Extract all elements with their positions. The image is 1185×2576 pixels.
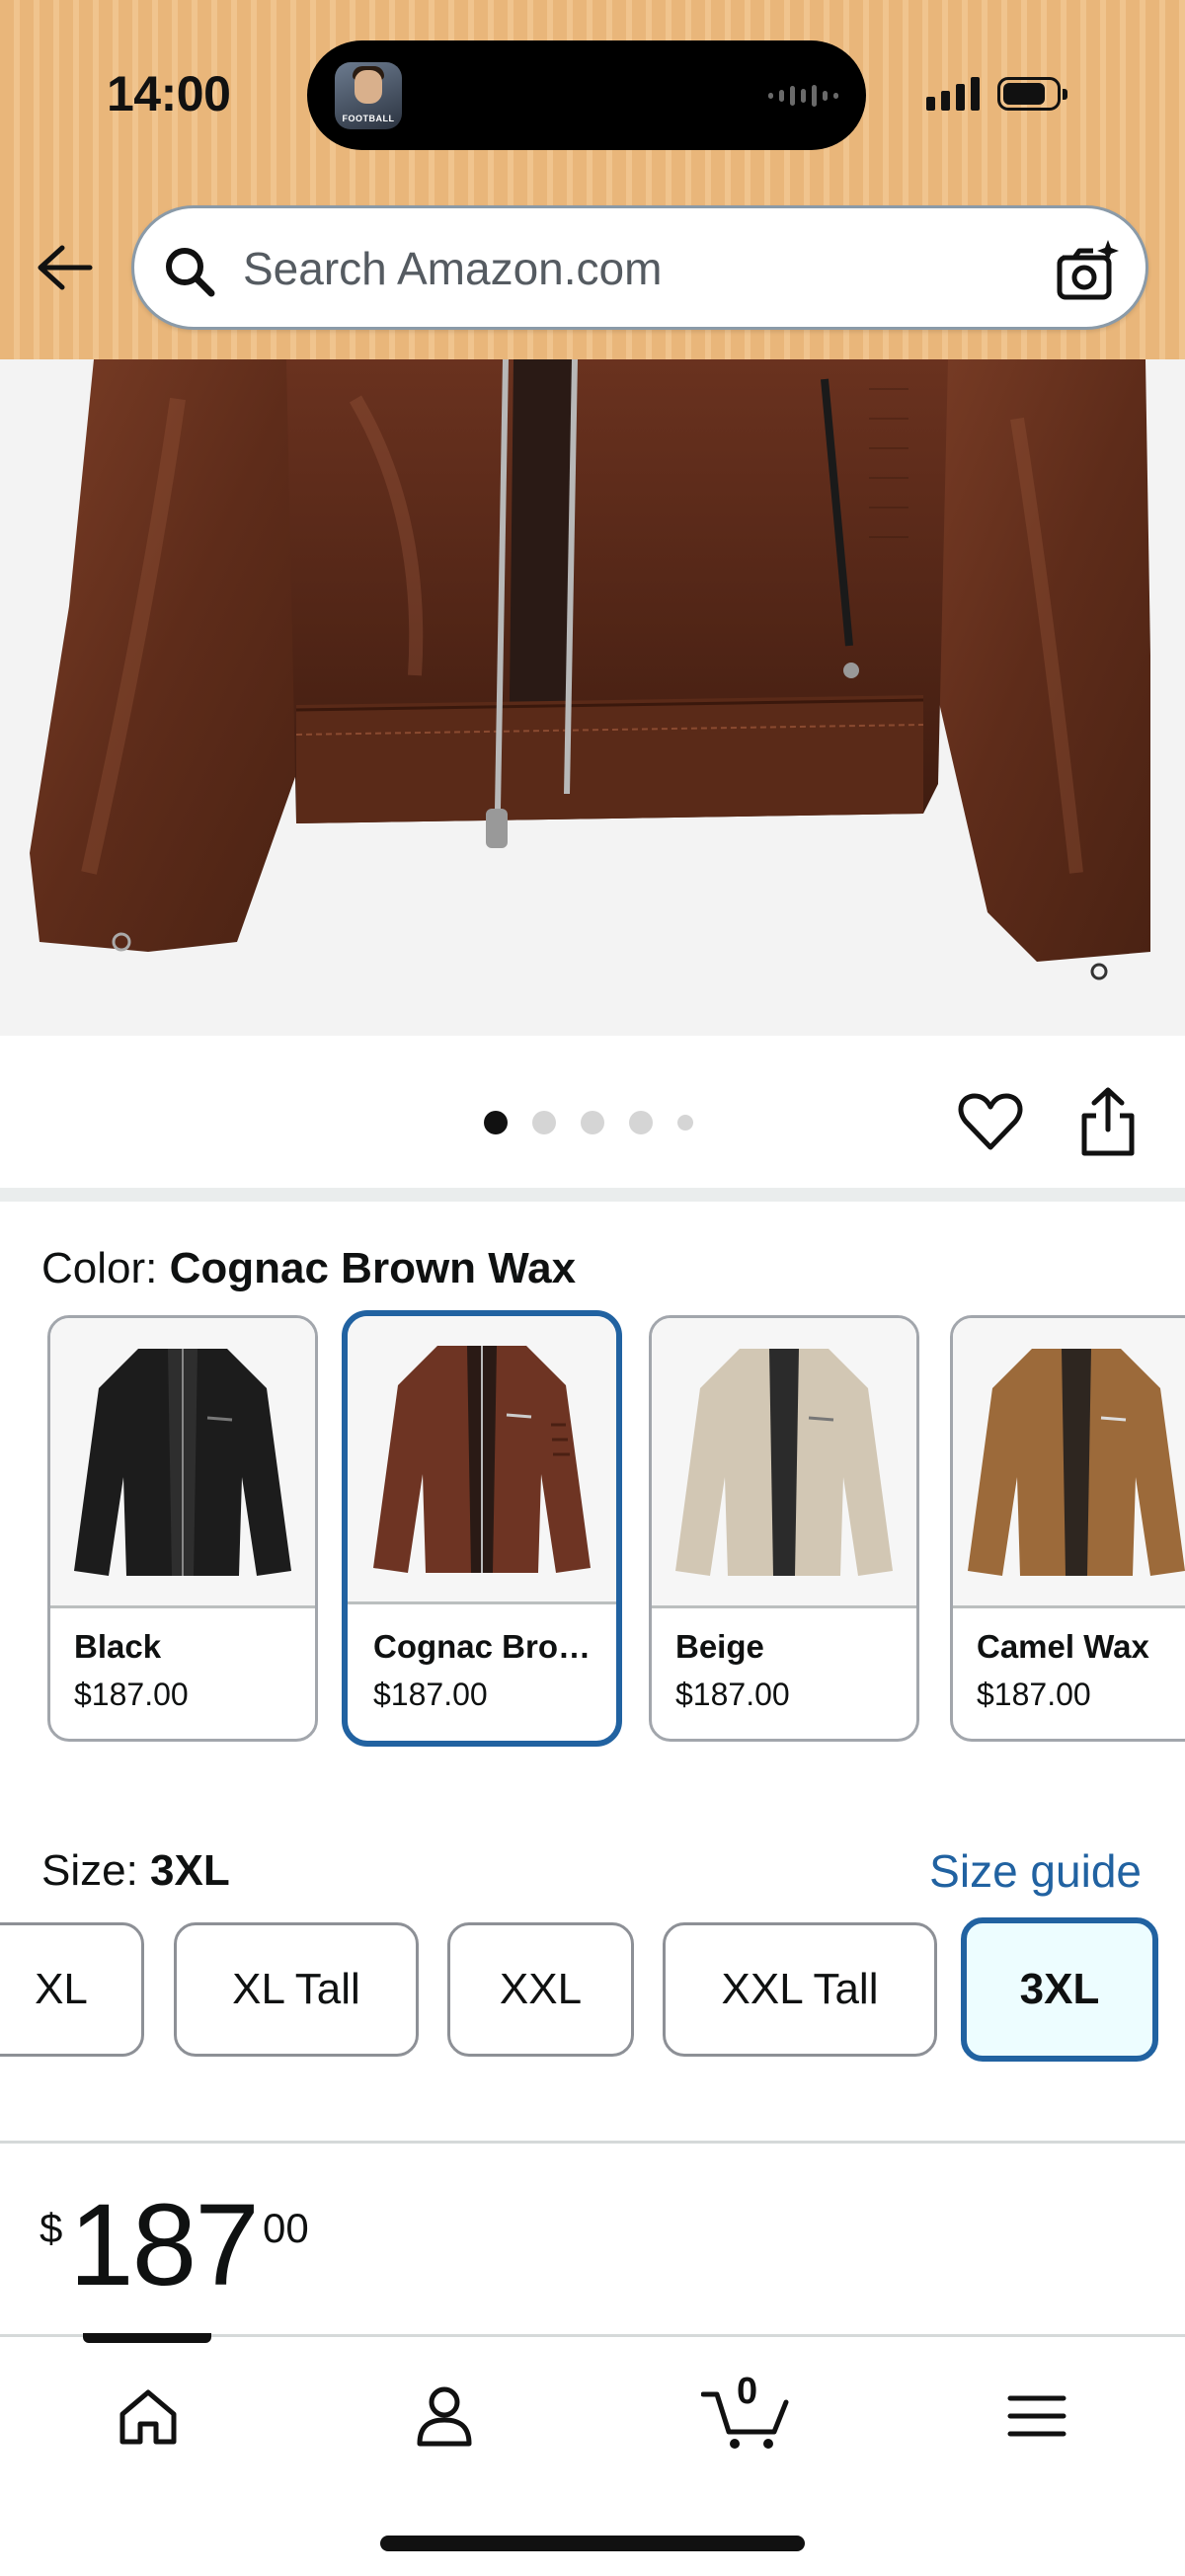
color-swatch-beige[interactable]: Beige $187.00 [649,1315,919,1742]
swatch-image [953,1318,1185,1608]
island-badge-text: FOOTBALL [342,114,395,123]
pagination-dot[interactable] [532,1111,556,1134]
size-guide-link[interactable]: Size guide [929,1844,1142,1898]
swatch-price: $187.00 [977,1677,1091,1712]
arrow-left-icon [38,245,93,290]
leather-jacket-image [30,359,1150,980]
product-main-image[interactable] [0,359,1185,1036]
swatch-name: Black [74,1628,162,1665]
selected-size: 3XL [150,1846,230,1895]
image-pagination-dots[interactable] [484,1111,693,1134]
swatch-image [348,1316,616,1604]
search-bar[interactable] [131,205,1148,330]
account-icon [417,2386,472,2447]
swatch-image [652,1318,916,1608]
swatch-name: Beige [675,1628,764,1665]
size-option-xxl[interactable]: XXL [447,1922,634,2057]
size-option-xxl-tall[interactable]: XXL Tall [663,1922,937,2057]
price-whole: 187 [69,2180,260,2310]
swatch-image [50,1318,315,1608]
price-symbol: $ [40,2205,63,2251]
swatch-price: $187.00 [74,1677,189,1712]
swatch-name: Camel Wax [977,1628,1149,1665]
heart-icon[interactable] [956,1088,1025,1157]
section-divider [0,2141,1185,2144]
live-activity-avatar: FOOTBALL [335,62,402,129]
battery-icon [997,77,1067,111]
audio-wave-icon [768,85,838,107]
color-swatch-camel-wax[interactable]: Camel Wax $187.00 [950,1315,1185,1742]
color-label: Color: Cognac Brown Wax [41,1244,576,1293]
swatch-name: Cognac Bro… [373,1628,592,1665]
cart-count: 0 [737,2371,758,2412]
color-swatch-cognac[interactable]: Cognac Bro… $187.00 [342,1310,622,1747]
camera-sparkle-icon[interactable] [1055,238,1120,303]
size-option-3xl[interactable]: 3XL [961,1917,1158,2062]
nav-home[interactable] [99,2367,198,2465]
status-time: 14:00 [107,66,231,121]
pagination-dot[interactable] [484,1111,508,1134]
swatch-price: $187.00 [373,1677,488,1712]
share-icon[interactable] [1076,1086,1140,1157]
dynamic-island[interactable]: FOOTBALL [307,40,866,150]
nav-menu[interactable] [988,2367,1086,2465]
selected-color-name: Cognac Brown Wax [169,1244,577,1292]
size-option-xl-tall[interactable]: XL Tall [174,1922,419,2057]
section-divider [0,1188,1185,1202]
price-fraction: 00 [263,2205,309,2251]
color-swatch-black[interactable]: Black $187.00 [47,1315,318,1742]
pagination-dot[interactable] [677,1115,693,1131]
app-header: 14:00 FOOTBALL [0,0,1185,359]
home-indicator[interactable] [380,2536,805,2551]
size-label: Size: 3XL [41,1846,230,1896]
size-option-xl[interactable]: XL [0,1922,144,2057]
pagination-dot[interactable] [581,1111,604,1134]
nav-account[interactable] [395,2367,494,2465]
pagination-dot[interactable] [629,1111,653,1134]
back-button[interactable] [30,233,99,302]
search-input[interactable] [243,236,1033,301]
nav-cart[interactable]: 0 [691,2367,800,2465]
size-label-prefix: Size: [41,1846,151,1895]
swatch-price: $187.00 [675,1677,790,1712]
menu-icon [1007,2395,1066,2437]
search-icon [166,248,215,297]
home-icon [119,2389,177,2445]
active-tab-indicator [83,2333,211,2343]
cellular-signal-icon [926,77,980,111]
color-label-prefix: Color: [41,1244,170,1292]
